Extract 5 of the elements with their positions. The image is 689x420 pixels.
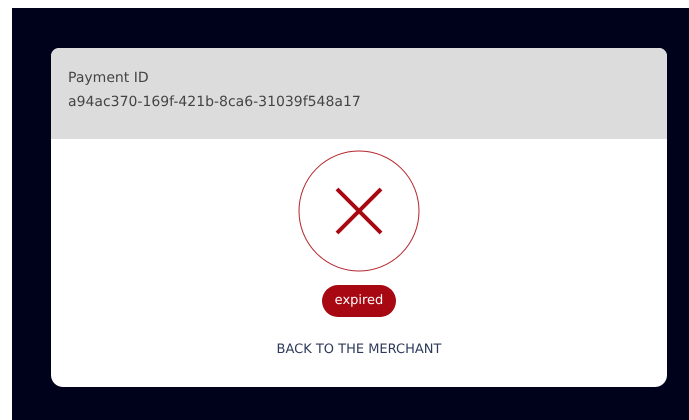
- payment-id-label: Payment ID: [68, 69, 150, 88]
- cross-icon: [298, 150, 420, 272]
- back-link[interactable]: BACK TO THE MERCHANT: [276, 342, 442, 357]
- status-badge: expired: [322, 285, 396, 317]
- payment-id-value: a94ac370-169f-421b-8ca6-31039f548a17: [68, 93, 362, 112]
